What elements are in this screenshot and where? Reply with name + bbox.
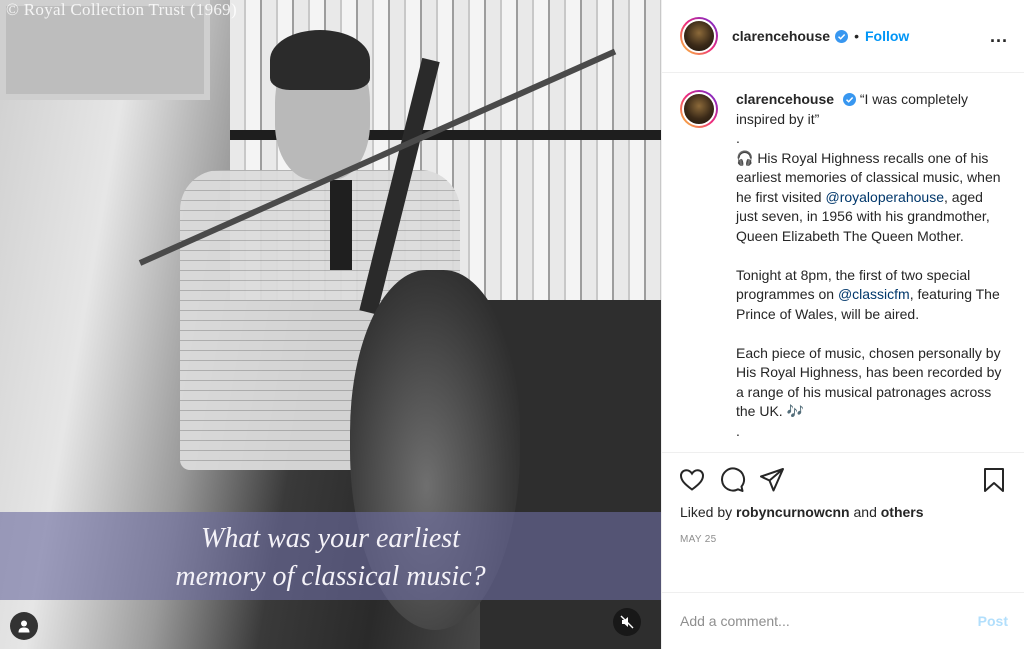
comment-input[interactable] (680, 613, 978, 629)
caption-area: clarencehouse “I was completely inspired… (662, 73, 1024, 452)
photo-caption-band: What was your earliest memory of classic… (0, 512, 661, 600)
user-tag-button[interactable] (10, 612, 38, 640)
caption-dot: . (736, 130, 740, 146)
action-icons-row (678, 463, 1008, 497)
mention-royaloperahouse[interactable]: @royaloperahouse (825, 189, 944, 205)
liked-by-and: and (849, 504, 881, 520)
follow-button[interactable]: Follow (865, 28, 909, 44)
post: © Royal Collection Trust (1969) What was… (0, 0, 1024, 649)
photo-caption-line1: What was your earliest (201, 523, 460, 554)
verified-badge-icon (842, 93, 856, 106)
author-username[interactable]: clarencehouse (732, 28, 830, 44)
heart-icon[interactable] (678, 466, 706, 494)
user-tag-icon (18, 620, 30, 633)
post-actions: Liked by robyncurnowcnn and others MAY 2… (662, 452, 1024, 592)
photo-copyright: © Royal Collection Trust (1969) (6, 0, 237, 19)
comment-icon[interactable] (718, 466, 746, 494)
bookmark-icon[interactable] (980, 466, 1008, 494)
header-separator: • (854, 28, 859, 44)
caption-paragraph3: Each piece of music, chosen personally b… (736, 344, 1002, 420)
caption-text: clarencehouse “I was completely inspired… (736, 90, 1006, 452)
post-photo[interactable]: © Royal Collection Trust (1969) What was… (0, 0, 661, 649)
post-comment-button[interactable]: Post (978, 613, 1008, 629)
add-comment-bar: Post (662, 592, 1024, 649)
mute-button[interactable] (613, 608, 641, 636)
mute-icon (620, 615, 634, 629)
caption-dot: . (736, 422, 740, 439)
liked-by-user[interactable]: robyncurnowcnn (736, 504, 850, 520)
caption-avatar[interactable] (680, 90, 718, 128)
post-header: clarencehouse • Follow ... (662, 0, 1024, 73)
verified-badge-icon (835, 29, 849, 43)
photo-caption-line2: memory of classical music? (175, 561, 486, 592)
share-icon[interactable] (758, 466, 786, 494)
mention-classicfm[interactable]: @classicfm (838, 286, 910, 302)
more-options-icon[interactable]: ... (990, 26, 1008, 47)
liked-by-text: Liked by robyncurnowcnn and others (680, 504, 1008, 520)
post-date[interactable]: MAY 25 (680, 534, 1008, 545)
author-avatar[interactable] (680, 17, 718, 55)
liked-by-prefix: Liked by (680, 504, 737, 520)
liked-by-others[interactable]: others (881, 504, 924, 520)
post-sidebar: clarencehouse • Follow ... clarencehouse… (661, 0, 1024, 649)
photo-tie (330, 180, 352, 270)
caption-username[interactable]: clarencehouse (736, 91, 834, 107)
photo-hair (270, 30, 370, 90)
